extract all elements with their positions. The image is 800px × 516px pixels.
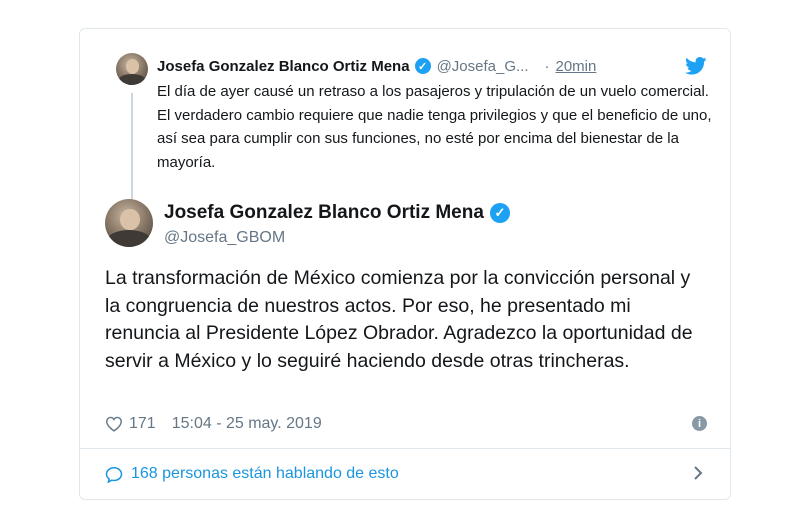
tweet-card: Josefa Gonzalez Blanco Ortiz Mena ✓ @Jos… [79,28,731,500]
tweet-meta-row: 171 15:04 - 25 may. 2019 i [105,413,707,435]
main-tweet-text: La transformación de México comienza por… [105,267,693,372]
main-author-handle[interactable]: @Josefa_GBOM [164,229,510,247]
conversation-link[interactable]: 168 personas están hablando de esto [105,461,707,487]
main-author-name-row: Josefa Gonzalez Blanco Ortiz Mena ✓ [164,201,510,225]
conversation-label: 168 personas están hablando de esto [131,465,399,482]
quoted-author-name[interactable]: Josefa Gonzalez Blanco Ortiz Mena [157,58,410,75]
chevron-right-icon[interactable] [693,465,703,481]
main-author-block: Josefa Gonzalez Blanco Ortiz Mena ✓ @Jos… [164,201,510,247]
header-separator: · [544,57,550,75]
tweet-timestamp[interactable]: 15:04 - 25 may. 2019 [172,415,322,433]
speech-bubble-icon [105,466,123,483]
twitter-bird-icon[interactable] [685,57,707,75]
quoted-avatar[interactable] [116,53,148,85]
divider [80,448,730,449]
main-author-name[interactable]: Josefa Gonzalez Blanco Ortiz Mena [164,202,484,224]
verified-icon: ✓ [489,203,510,223]
quoted-tweet-text: El día de ayer causé un retraso a los pa… [157,83,712,171]
heart-icon[interactable] [105,416,123,432]
quoted-author-handle[interactable]: @Josefa_G... [437,58,529,75]
quoted-tweet-time[interactable]: 20min [556,58,597,75]
quoted-tweet-header: Josefa Gonzalez Blanco Ortiz Mena ✓ @Jos… [157,56,717,76]
like-count[interactable]: 171 [129,415,156,433]
info-icon[interactable]: i [692,416,707,431]
main-avatar[interactable] [105,199,153,247]
verified-icon: ✓ [414,58,431,74]
